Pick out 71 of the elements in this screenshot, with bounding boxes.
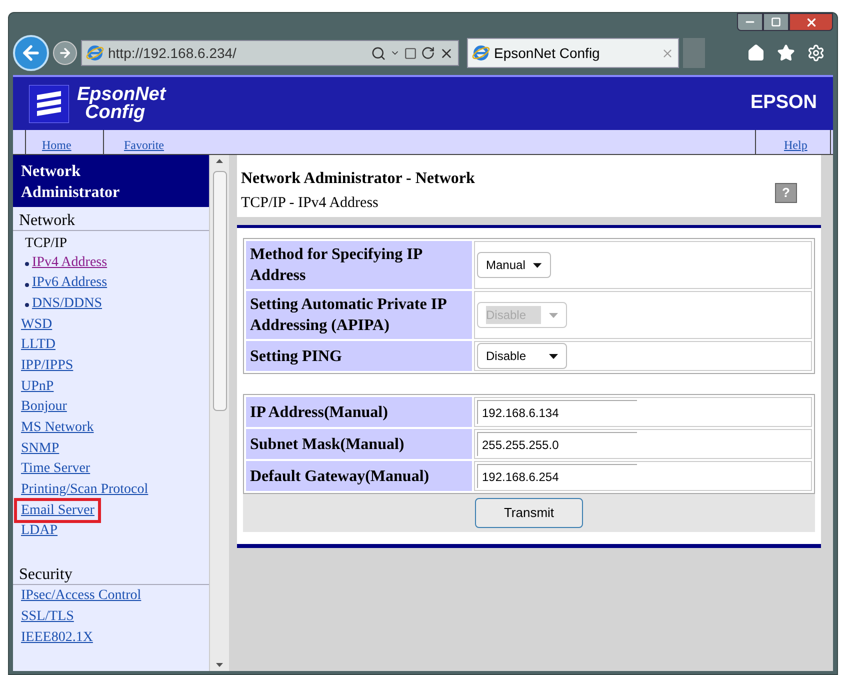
field-label: Setting Automatic Private IP Addressing (APIPA) — [246, 291, 472, 339]
sidebar-link[interactable]: IEEE802.1X — [21, 626, 93, 648]
scroll-thumb[interactable] — [212, 171, 226, 411]
browser-tab[interactable]: EpsonNet Config — [467, 38, 679, 68]
sidebar-link[interactable]: SNMP — [21, 438, 60, 459]
settings-icon[interactable] — [807, 44, 825, 62]
input-field[interactable]: 192.168.6.254 — [477, 464, 637, 488]
search-icon — [371, 46, 386, 60]
sidebar-link[interactable]: Time Server — [21, 458, 90, 480]
dropdown[interactable]: Disable — [477, 343, 567, 369]
sidebar-link[interactable]: SSL/TLS — [21, 606, 74, 627]
close-icon — [804, 16, 818, 28]
sidebar-scrollbar[interactable] — [209, 155, 229, 671]
home-icon[interactable] — [747, 44, 765, 62]
nav-link[interactable]: Home — [25, 130, 103, 154]
epson-logo-icon — [29, 84, 69, 122]
field-label: Subnet Mask(Manual) — [246, 429, 472, 459]
scroll-up-icon — [216, 159, 223, 163]
nav-link[interactable]: Help — [755, 130, 831, 154]
maximize-icon — [771, 17, 781, 27]
forward-button[interactable] — [53, 41, 77, 65]
bullet-icon — [25, 282, 29, 287]
favorites-icon[interactable] — [777, 44, 795, 62]
sidebar-link[interactable]: LLTD — [21, 334, 56, 356]
dropdown-arrow-icon — [533, 262, 542, 268]
section-heading: Network — [19, 212, 75, 229]
sidebar-link[interactable]: UPnP — [21, 376, 54, 397]
sidebar-link[interactable]: LDAP — [21, 520, 58, 542]
bullet-icon — [25, 303, 29, 308]
sidebar-link[interactable]: Bonjour — [21, 396, 67, 418]
brand-name: EPSON — [750, 91, 817, 116]
field-label: IP Address(Manual) — [246, 397, 472, 427]
sidebar-link[interactable]: Printing/Scan Protocol — [21, 479, 148, 500]
refresh-icon — [421, 46, 435, 60]
tab-close-icon — [661, 46, 674, 60]
sidebar-label: TCP/IP — [25, 236, 68, 251]
sidebar-link[interactable]: IPv6 Address — [32, 272, 108, 294]
bullet-icon — [25, 262, 29, 266]
field-label: Default Gateway(Manual) — [246, 461, 472, 491]
sidebar-link[interactable]: IPv4 Address — [32, 252, 108, 273]
maximize-button[interactable] — [763, 13, 789, 31]
sidebar-link[interactable]: IPP/IPPS — [21, 354, 74, 376]
nav-link[interactable]: Favorite — [103, 130, 223, 154]
scroll-down-icon — [216, 663, 223, 667]
logo-subtitle: Config — [85, 104, 146, 122]
sidebar-link[interactable]: Email Server — [21, 502, 94, 518]
page-subtitle: TCP/IP - IPv4 Address — [241, 194, 380, 213]
sidebar-link[interactable]: MS Network — [21, 417, 94, 438]
close-button[interactable] — [789, 13, 833, 31]
dropdown-arrow-icon — [549, 312, 558, 318]
address-text: http://192.168.6.234/ — [108, 44, 238, 63]
sidebar-link[interactable]: IPsec/Access Control — [21, 585, 142, 606]
field-label: Setting PING — [246, 341, 472, 371]
page-title: Network Administrator - Network — [241, 169, 476, 189]
tab-title: EpsonNet Config — [494, 44, 601, 63]
section-heading: Security — [19, 566, 72, 584]
logo-title: EpsonNet — [77, 86, 166, 104]
sidebar-link[interactable]: DNS/DDNS — [32, 292, 102, 314]
transmit-button[interactable]: Transmit — [475, 498, 583, 528]
dropdown-arrow-icon — [549, 354, 558, 358]
sidebar-title: Network Administrator — [21, 162, 121, 203]
browser-logo-icon — [86, 44, 104, 62]
minimize-button[interactable] — [737, 13, 763, 31]
browser-logo-icon — [472, 44, 490, 62]
address-bar[interactable]: http://192.168.6.234/ — [81, 40, 459, 66]
input-field[interactable]: 192.168.6.134 — [477, 400, 637, 424]
input-field[interactable]: 255.255.255.0 — [477, 432, 637, 456]
dropdown[interactable]: Manual — [477, 252, 551, 278]
field-label: Method for Specifying IP Address — [246, 241, 472, 289]
sidebar-link[interactable]: WSD — [21, 314, 52, 335]
back-button[interactable] — [13, 35, 49, 71]
